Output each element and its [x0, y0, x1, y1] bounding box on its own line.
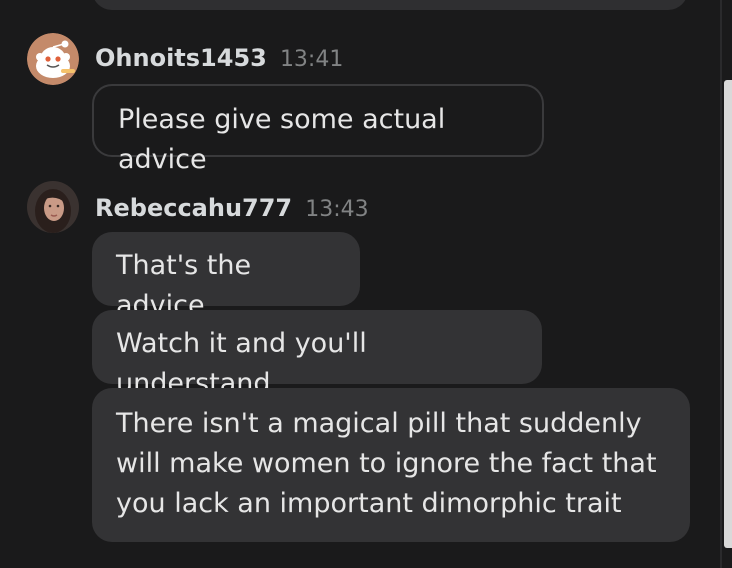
- scrollbar[interactable]: [724, 80, 732, 548]
- username[interactable]: Ohnoits1453: [95, 44, 267, 72]
- message-bubble[interactable]: Watch it and you'll understand: [92, 310, 542, 399]
- previous-message-bubble[interactable]: [92, 0, 688, 10]
- timestamp: 13:43: [305, 197, 369, 222]
- message-meta: Ohnoits1453 13:41: [95, 44, 343, 72]
- message-text: Please give some actual advice: [118, 104, 446, 175]
- chat-thread: Ohnoits1453 13:41 Please give some actua…: [0, 0, 732, 568]
- username[interactable]: Rebeccahu777: [95, 194, 292, 222]
- reddit-snoo-avatar-icon[interactable]: [27, 33, 79, 85]
- message-text: There isn't a magical pill that suddenly…: [116, 408, 657, 519]
- timestamp: 13:41: [279, 47, 344, 72]
- message-meta: Rebeccahu777 13:43: [95, 194, 369, 222]
- panel-divider: [720, 0, 722, 568]
- message-bubble[interactable]: Please give some actual advice: [92, 84, 544, 175]
- message-bubble[interactable]: That's the advice: [92, 232, 360, 321]
- message-bubble[interactable]: There isn't a magical pill that suddenly…: [92, 388, 690, 542]
- message-group: Ohnoits1453 13:41 Please give some actua…: [0, 30, 720, 175]
- profile-photo-avatar-icon[interactable]: [27, 181, 79, 233]
- message-group: Rebeccahu777 13:43 That's the advice Wat…: [0, 180, 720, 550]
